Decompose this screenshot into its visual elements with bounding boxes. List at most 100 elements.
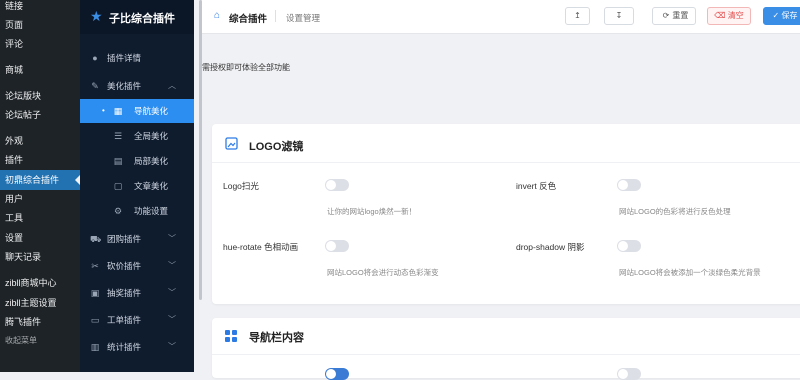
- sidebar-item-beautify[interactable]: ✎ 美化插件 ︿: [80, 74, 194, 98]
- wp-menu-forum-posts[interactable]: 论坛帖子: [0, 105, 80, 125]
- star-icon: ★: [90, 8, 103, 24]
- info-icon: ●: [92, 53, 98, 63]
- card-title: 导航栏内容: [249, 332, 304, 344]
- upload-button[interactable]: ↥: [565, 7, 590, 25]
- chevron-down-icon: ﹀: [168, 315, 176, 324]
- breadcrumb-settings: 设置管理: [286, 13, 321, 23]
- plugin-title: 子比综合插件: [109, 13, 175, 25]
- document-icon: ▢: [113, 181, 123, 191]
- wp-menu-zibll-theme[interactable]: zibll主题设置: [0, 293, 80, 313]
- sidebar-item-label: 统计插件: [107, 342, 142, 352]
- wp-menu-chuding-plugin[interactable]: 初鼎综合插件: [0, 170, 80, 190]
- save-button[interactable]: ✓ 保存: [763, 7, 800, 25]
- refresh-icon: ⟳: [662, 11, 670, 20]
- scissors-icon: ✂: [91, 261, 99, 271]
- chevron-down-icon: ﹀: [168, 342, 176, 351]
- top-toolbar: ⌂ 综合插件 设置管理 ↥ ↧ ⟳ 重置 ⌫ 清空 ✓ 保存: [202, 0, 800, 34]
- sidebar-item-function-settings[interactable]: ⚙ 功能设置: [80, 199, 194, 223]
- sidebar-item-group-buy[interactable]: ⛟ 团购插件 ﹀: [80, 227, 194, 251]
- main-content: ⌂ 综合插件 设置管理 ↥ ↧ ⟳ 重置 ⌫ 清空 ✓ 保存 需授权即可体验全部功…: [202, 0, 800, 380]
- download-button[interactable]: ↧: [604, 7, 634, 25]
- check-icon: ✓: [772, 11, 780, 20]
- wp-menu-shop[interactable]: 商城: [0, 60, 80, 80]
- plugin-sidebar: ★ 子比综合插件 ● 插件详情 ✎ 美化插件 ︿ • ▦ 导航美化 ☰ 全局美化…: [80, 0, 194, 372]
- sidebar-item-local-beautify[interactable]: ▤ 局部美化: [80, 149, 194, 173]
- license-notice: 需授权即可体验全部功能: [202, 63, 290, 72]
- field-label-hue-rotate: hue-rotate 色相动画: [223, 242, 299, 252]
- chevron-down-icon: ﹀: [168, 288, 176, 297]
- toggle-invert[interactable]: [617, 179, 641, 191]
- toggle-drop-shadow[interactable]: [617, 240, 641, 252]
- field-label-invert: invert 反色: [516, 181, 557, 191]
- logo-filter-card: LOGO滤镜 Logo扫光 让你的网站logo焕然一新！ invert 反色 网…: [212, 124, 800, 304]
- wp-menu-pages[interactable]: 页面: [0, 15, 80, 35]
- field-label-logo-sweep: Logo扫光: [223, 181, 259, 191]
- sidebar-item-plugin-details[interactable]: ● 插件详情: [80, 46, 194, 70]
- grid-icon: [225, 330, 237, 344]
- wp-menu-plugins[interactable]: 插件: [0, 150, 80, 170]
- wp-menu-appearance[interactable]: 外观: [0, 131, 80, 151]
- magic-wand-icon: ✎: [91, 81, 99, 91]
- ticket-icon: ▭: [90, 315, 100, 325]
- sidebar-item-lottery[interactable]: ▣ 抽奖插件 ﹀: [80, 281, 194, 305]
- field-desc-logo-sweep: 让你的网站logo焕然一新！: [327, 207, 417, 216]
- chevron-up-icon: ︿: [168, 81, 176, 90]
- wp-menu-links[interactable]: 链接: [0, 0, 80, 16]
- cart-icon: ⛟: [90, 234, 102, 244]
- sidebar-item-nav-beautify[interactable]: • ▦ 导航美化: [80, 99, 194, 123]
- card-divider: [212, 162, 800, 163]
- sidebar-item-label: 砍价插件: [107, 261, 142, 271]
- wp-menu-comments[interactable]: 评论: [0, 34, 80, 54]
- nav-content-card: 导航栏内容: [212, 318, 800, 380]
- chart-icon: ▥: [90, 342, 100, 352]
- plugin-sidebar-header: ★ 子比综合插件: [80, 0, 194, 34]
- sidebar-item-statistics[interactable]: ▥ 统计插件 ﹀: [80, 335, 194, 359]
- clear-button[interactable]: ⌫ 清空: [707, 7, 751, 25]
- sidebar-item-label: 工单插件: [107, 315, 142, 325]
- grid-icon: ▦: [113, 106, 123, 116]
- active-dot-icon: •: [102, 106, 105, 115]
- upload-icon: ↥: [574, 11, 581, 20]
- wp-menu-zibll-shop[interactable]: zibll商城中心: [0, 273, 80, 293]
- field-desc-drop-shadow: 网站LOGO将会被添加一个淡绿色柔光背景: [619, 268, 761, 277]
- toggle-logo-sweep[interactable]: [325, 179, 349, 191]
- save-label: 保存: [781, 11, 798, 20]
- sidebar-item-global-beautify[interactable]: ☰ 全局美化: [80, 124, 194, 148]
- sidebar-item-label: 全局美化: [134, 131, 169, 141]
- sidebar-item-article-beautify[interactable]: ▢ 文章美化: [80, 174, 194, 198]
- wp-admin-menu: 链接 页面 评论 商城 论坛版块 论坛帖子 外观 插件 初鼎综合插件 用户 工具…: [0, 0, 80, 372]
- chevron-down-icon: ﹀: [168, 261, 176, 270]
- field-desc-hue-rotate: 网站LOGO将会进行动态色彩渐变: [327, 268, 439, 277]
- wp-menu-chat-log[interactable]: 聊天记录: [0, 247, 80, 267]
- download-icon: ↧: [615, 11, 623, 20]
- wp-menu-collapse[interactable]: 收起菜单: [0, 331, 80, 351]
- gift-icon: ▣: [90, 288, 100, 298]
- wp-menu-users[interactable]: 用户: [0, 189, 80, 209]
- sidebar-item-label: 团购插件: [107, 234, 142, 244]
- breadcrumb-plugin[interactable]: 综合插件: [229, 11, 267, 25]
- sidebar-item-label: 插件详情: [107, 53, 142, 63]
- field-label-drop-shadow: drop-shadow 阴影: [516, 242, 585, 252]
- clear-label: 清空: [727, 11, 744, 20]
- image-icon: [225, 137, 238, 152]
- reset-label: 重置: [672, 11, 689, 20]
- reset-button[interactable]: ⟳ 重置: [652, 7, 696, 25]
- chevron-down-icon: ﹀: [168, 234, 176, 243]
- card-divider: [212, 354, 800, 355]
- breadcrumb-divider: [275, 10, 276, 22]
- sidebar-item-label: 功能设置: [134, 206, 169, 216]
- wp-menu-tools[interactable]: 工具: [0, 208, 80, 228]
- table-icon: ▤: [113, 156, 123, 166]
- wp-menu-tengfei[interactable]: 腾飞插件: [0, 312, 80, 332]
- toggle-hue-rotate[interactable]: [325, 240, 349, 252]
- toggle-partial[interactable]: [325, 368, 349, 380]
- toggle-partial-2[interactable]: [617, 368, 641, 380]
- sidebar-item-label: 导航美化: [134, 106, 169, 116]
- wp-menu-settings[interactable]: 设置: [0, 228, 80, 248]
- sidebar-item-bargain[interactable]: ✂ 砍价插件 ﹀: [80, 254, 194, 278]
- wp-menu-forum-boards[interactable]: 论坛版块: [0, 86, 80, 106]
- sidebar-item-label: 抽奖插件: [107, 288, 142, 298]
- card-title: LOGO滤镜: [249, 141, 304, 153]
- home-icon[interactable]: ⌂: [214, 10, 220, 21]
- sidebar-item-ticket[interactable]: ▭ 工单插件 ﹀: [80, 308, 194, 332]
